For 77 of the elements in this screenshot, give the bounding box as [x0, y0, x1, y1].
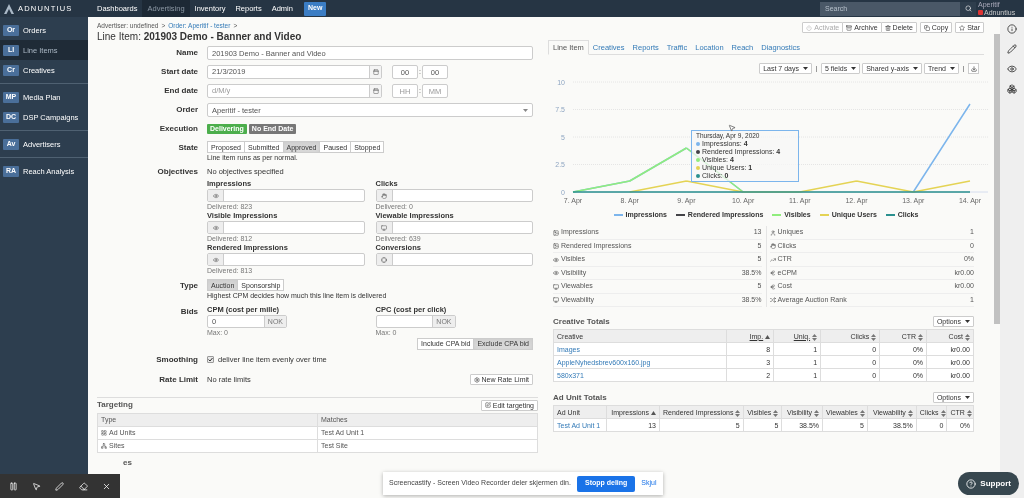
stat-icon	[769, 297, 776, 304]
objective-field[interactable]	[375, 253, 533, 267]
field-label: End date	[164, 86, 198, 95]
power-icon	[806, 24, 813, 31]
calendar-icon	[372, 69, 379, 75]
logo-icon	[4, 3, 14, 14]
stat-icon	[769, 256, 776, 263]
field-label: Order	[176, 105, 198, 114]
section-title: es	[123, 457, 132, 467]
pencil-icon[interactable]	[1007, 44, 1017, 54]
stat-icon	[769, 270, 776, 277]
field-label: Bids	[180, 306, 198, 316]
checkbox[interactable]	[207, 356, 214, 364]
download-icon	[970, 65, 977, 72]
caret-icon	[965, 396, 970, 400]
account-icon	[978, 9, 983, 15]
support-button[interactable]: Support	[958, 472, 1019, 495]
objective-icon	[212, 224, 219, 231]
field-label: Start date	[161, 67, 198, 76]
gear-icon	[473, 376, 480, 383]
field-label: Smoothing	[156, 354, 198, 364]
eraser-icon[interactable]	[78, 481, 88, 491]
caret-icon	[965, 320, 970, 324]
scrollbar[interactable]	[994, 34, 1000, 324]
objective-field[interactable]	[375, 189, 533, 203]
info-icon[interactable]	[1007, 24, 1017, 34]
cubes-icon[interactable]	[1007, 84, 1017, 94]
objective-icon	[381, 224, 387, 231]
field-label: State	[178, 143, 198, 152]
pen-icon[interactable]	[55, 481, 65, 491]
caret-icon	[851, 67, 857, 70]
type-icon	[101, 429, 107, 436]
eye-icon[interactable]	[1007, 64, 1017, 74]
stat-icon	[553, 229, 559, 236]
calendar-icon	[372, 88, 379, 94]
trash-icon	[884, 24, 891, 31]
stat-icon	[553, 270, 559, 277]
stat-icon	[769, 243, 776, 250]
close-icon[interactable]	[101, 481, 111, 491]
caret-icon	[912, 67, 918, 70]
caret-icon	[523, 109, 528, 112]
stat-icon	[769, 283, 776, 290]
field-label: Type	[179, 281, 198, 291]
help-icon	[966, 478, 977, 489]
copy-icon	[923, 24, 930, 31]
download-button[interactable]	[968, 63, 979, 74]
pause-icon[interactable]	[9, 481, 19, 491]
field-label: Execution	[159, 124, 198, 133]
edit-icon	[484, 402, 491, 409]
caret-icon	[950, 67, 955, 70]
search-icon	[964, 5, 972, 12]
objective-icon	[381, 192, 387, 199]
objective-field[interactable]	[375, 221, 533, 235]
stat-icon	[553, 283, 559, 290]
page-title: Line Item: 201903 Demo - Banner and Video	[97, 31, 303, 43]
objective-icon	[212, 256, 219, 263]
objective-field[interactable]	[207, 189, 365, 203]
stat-icon	[553, 243, 559, 250]
caret-icon	[803, 67, 808, 70]
field-label: Name	[176, 48, 198, 57]
objective-icon	[381, 256, 387, 263]
section-title: Targeting	[97, 400, 133, 411]
star-icon	[959, 24, 966, 31]
objective-field[interactable]	[207, 221, 365, 235]
type-icon	[101, 442, 107, 449]
section-title: Creative Totals	[553, 317, 610, 327]
archive-icon	[846, 24, 853, 31]
field-label: Objectives	[157, 167, 198, 177]
objective-icon	[212, 192, 219, 199]
section-title: Ad Unit Totals	[553, 393, 607, 403]
field-label: Rate Limit	[159, 374, 198, 384]
stat-icon	[769, 229, 776, 236]
cursor-icon[interactable]	[32, 481, 42, 491]
objective-field[interactable]	[207, 253, 365, 267]
stat-icon	[553, 297, 559, 304]
search-button[interactable]	[960, 1, 976, 16]
stat-icon	[553, 256, 559, 263]
